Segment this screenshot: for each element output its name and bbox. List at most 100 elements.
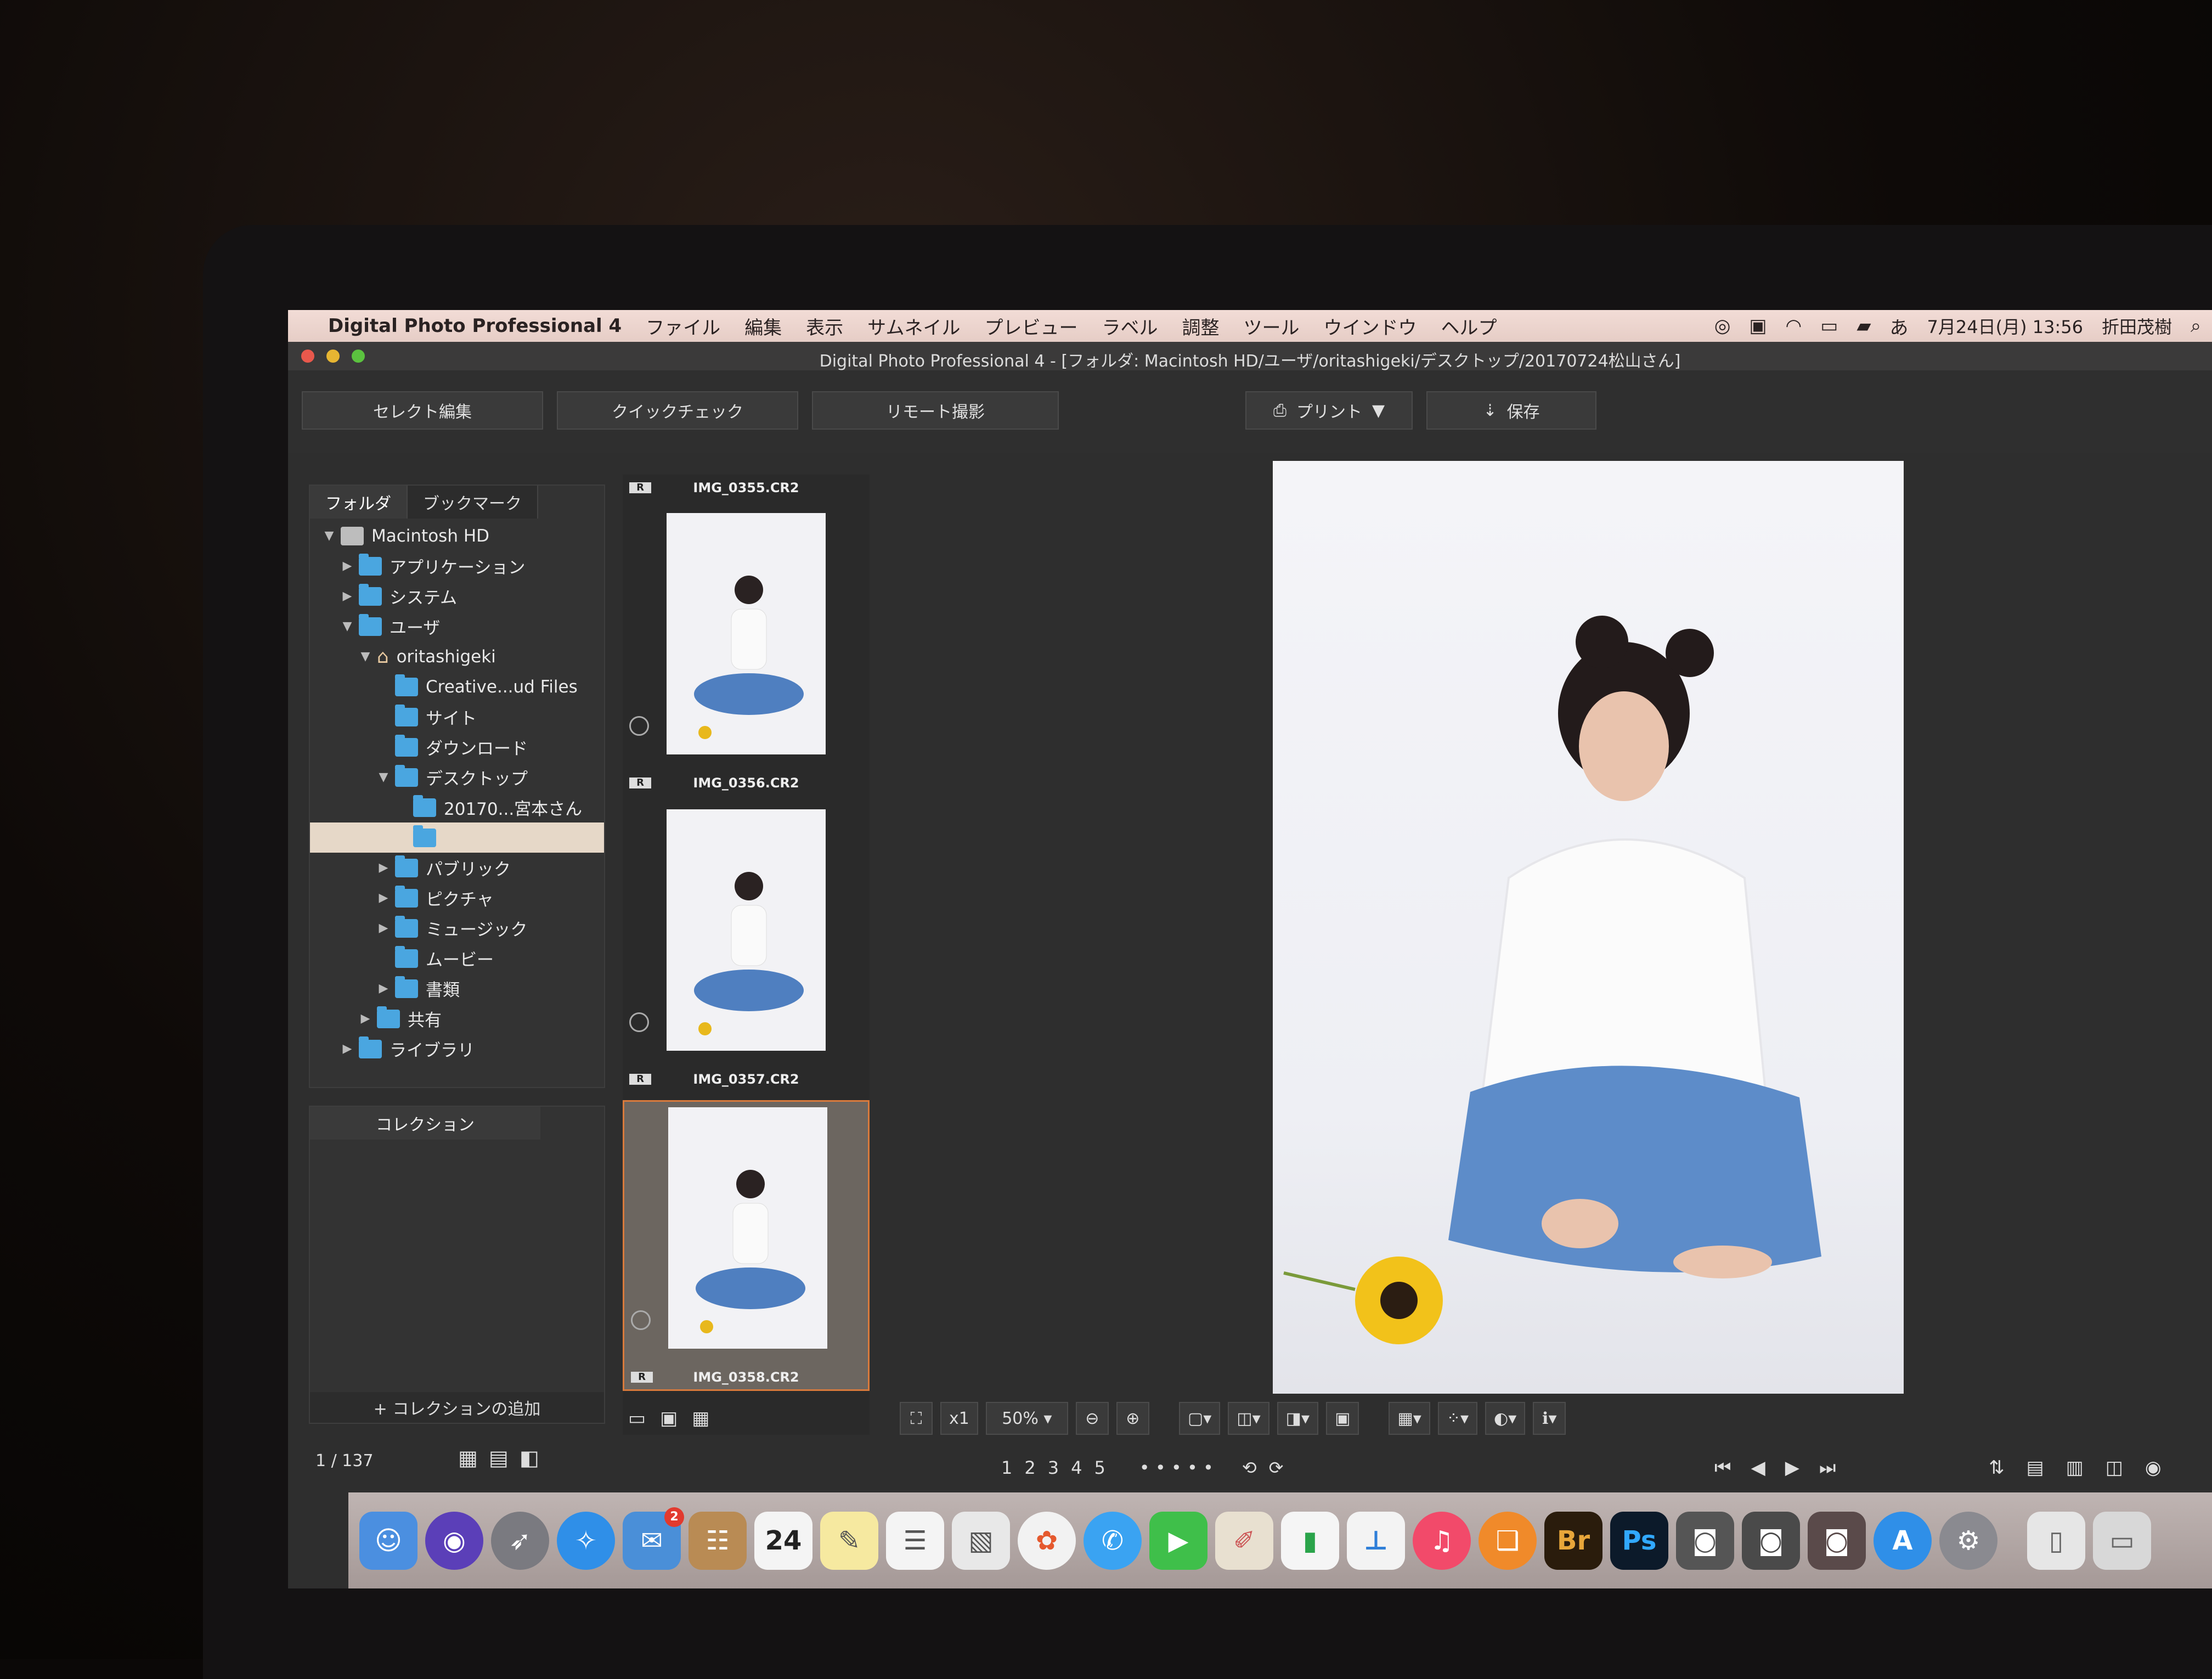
histogram-icon[interactable]: ▥ [2066,1457,2084,1479]
rating-3-button[interactable]: 3 [1048,1457,1059,1478]
disclosure-closed-icon[interactable]: ▶ [339,1042,356,1056]
chevron-down-icon[interactable]: ▼ [1372,401,1385,420]
launchpad-icon[interactable]: ➶ [491,1511,549,1570]
ibooks-icon[interactable]: ❑ [1479,1511,1537,1570]
list-view-icon[interactable]: ▤ [489,1446,509,1470]
thumbnail-item-selected[interactable]: R IMG_0358.CR2 [623,1100,870,1391]
fullscreen-button[interactable]: ▣ [1326,1402,1359,1435]
tree-node[interactable]: 20170...宮本さん [310,792,604,822]
siri-icon[interactable]: ◉ [425,1511,483,1570]
rating-1-button[interactable]: 1 [1001,1457,1012,1478]
rating-2-button[interactable]: 2 [1024,1457,1035,1478]
bridge-icon[interactable]: Br [1544,1511,1602,1570]
tree-node[interactable]: Creative...ud Files [310,672,604,702]
thumbnail-item[interactable]: R IMG_0357.CR2 [623,804,870,1089]
grid-overlay-button[interactable]: ▦▾ [1389,1402,1430,1435]
pages-icon[interactable]: ✐ [1215,1511,1273,1570]
first-image-icon[interactable]: ⏮ [1714,1457,1731,1479]
disclosure-closed-icon[interactable]: ▶ [339,559,356,573]
menu-preview[interactable]: プレビュー [985,313,1078,340]
large-thumb-icon[interactable]: ▦ [692,1407,709,1429]
menu-thumbnail[interactable]: サムネイル [867,313,960,340]
disclosure-closed-icon[interactable]: ▶ [357,1012,374,1026]
thumbnail-item[interactable]: R IMG_0355.CR2 [623,475,870,502]
menu-label[interactable]: ラベル [1102,313,1158,340]
crop-icon[interactable]: ◫ [2106,1457,2123,1479]
tree-node[interactable]: ムービー [310,943,604,973]
sort-icon[interactable]: ⇅ [1989,1457,2005,1479]
user-name[interactable]: 折田茂樹 [2102,313,2172,339]
tree-node[interactable]: ▶ パブリック [310,853,604,883]
creative-cloud-icon[interactable]: ◎ [1714,315,1731,337]
downloads-stack-icon[interactable]: ▭ [2093,1511,2151,1570]
photoshop-icon[interactable]: Ps [1610,1511,1668,1570]
next-image-icon[interactable]: ▶ [1785,1457,1799,1479]
zoom-in-button[interactable]: ⊕ [1116,1402,1149,1435]
highlight-warning-button[interactable]: ◐▾ [1485,1402,1526,1435]
zoom-out-button[interactable]: ⊖ [1075,1402,1109,1435]
tree-node[interactable]: ▼ ユーザ [310,611,604,641]
fit-screen-button[interactable]: ⛶ [900,1402,933,1435]
zoom-multiplier-button[interactable]: x1 [940,1402,978,1435]
disclosure-closed-icon[interactable]: ▶ [375,921,392,935]
rating-icon[interactable] [629,1012,649,1032]
safari-icon[interactable]: ✧ [557,1511,615,1570]
airplay-icon[interactable]: ▭ [1820,315,1838,337]
zoom-level-select[interactable]: 50% ▾ [985,1402,1068,1435]
dpp-icon[interactable]: ◙ [1742,1511,1800,1570]
af-point-button[interactable]: ⁘▾ [1437,1402,1478,1435]
thumbnail-item[interactable]: R IMG_0356.CR2 [623,508,870,793]
disclosure-open-icon[interactable]: ▼ [339,619,356,633]
tree-node-selected[interactable] [310,822,604,853]
document-icon[interactable]: ▯ [2027,1511,2085,1570]
split-view-icon[interactable]: ◧ [520,1446,539,1470]
quick-check-button[interactable]: クイックチェック [557,391,798,430]
eos-utility-icon[interactable]: ◙ [1676,1511,1734,1570]
preview-app-icon[interactable]: ▧ [952,1511,1010,1570]
app-menu[interactable]: Digital Photo Professional 4 [328,315,622,337]
app-store-icon[interactable]: A [1874,1511,1932,1570]
tab-bookmark[interactable]: ブックマーク [408,486,538,519]
tree-node[interactable]: ▶ ライブラリ [310,1034,604,1064]
spotlight-search-icon[interactable]: ⌕ [2191,315,2201,337]
tree-node[interactable]: ▶ アプリケーション [310,551,604,581]
grid-view-icon[interactable]: ▦ [458,1446,478,1470]
small-thumb-icon[interactable]: ▭ [628,1407,646,1429]
rating-4-button[interactable]: 4 [1071,1457,1082,1478]
system-preferences-icon[interactable]: ⚙ [1939,1511,1997,1570]
tree-node[interactable]: サイト [310,702,604,732]
disclosure-closed-icon[interactable]: ▶ [375,891,392,905]
disclosure-closed-icon[interactable]: ▶ [339,589,356,603]
preview-image[interactable] [1273,461,1904,1394]
split-compare-button[interactable]: ◨▾ [1277,1402,1319,1435]
menu-help[interactable]: ヘルプ [1441,313,1497,340]
messages-icon[interactable]: ✆ [1084,1511,1142,1570]
camera-icon[interactable]: ◉ [2145,1457,2162,1479]
wifi-icon[interactable]: ◠ [1786,315,1802,337]
adjust-icon[interactable]: ▤ [2027,1457,2044,1479]
rotate-left-icon[interactable]: ⟲ [1242,1457,1257,1478]
printer-status-icon[interactable]: ▣ [1749,315,1767,337]
rating-icon[interactable] [629,716,649,736]
remote-shoot-button[interactable]: リモート撮影 [812,391,1059,430]
calendar-icon[interactable]: 24 [754,1511,812,1570]
menu-view[interactable]: 表示 [806,313,843,340]
numbers-icon[interactable]: ▮ [1281,1511,1339,1570]
compare-view-button[interactable]: ◫▾ [1228,1402,1269,1435]
thumbnail-strip[interactable]: R IMG_0355.CR2 R IMG_0356.CR2 R IMG_0357… [623,475,870,1435]
single-view-button[interactable]: ▢▾ [1178,1402,1221,1435]
tree-node[interactable]: ▼ Macintosh HD [310,521,604,551]
last-image-icon[interactable]: ⏭ [1819,1457,1836,1479]
itunes-icon[interactable]: ♫ [1413,1511,1471,1570]
notes-icon[interactable]: ✎ [820,1511,878,1570]
menu-window[interactable]: ウインドウ [1324,313,1417,340]
battery-icon[interactable]: ▰ [1857,315,1871,337]
previous-image-icon[interactable]: ◀ [1751,1457,1765,1479]
tab-collection[interactable]: コレクション [310,1107,540,1140]
tree-node[interactable]: ▶ システム [310,581,604,611]
menu-adjust[interactable]: 調整 [1182,313,1220,340]
reminders-icon[interactable]: ☰ [886,1511,944,1570]
input-method-icon[interactable]: あ [1889,313,1908,340]
medium-thumb-icon[interactable]: ▣ [660,1407,678,1429]
contacts-icon[interactable]: ☷ [689,1511,747,1570]
